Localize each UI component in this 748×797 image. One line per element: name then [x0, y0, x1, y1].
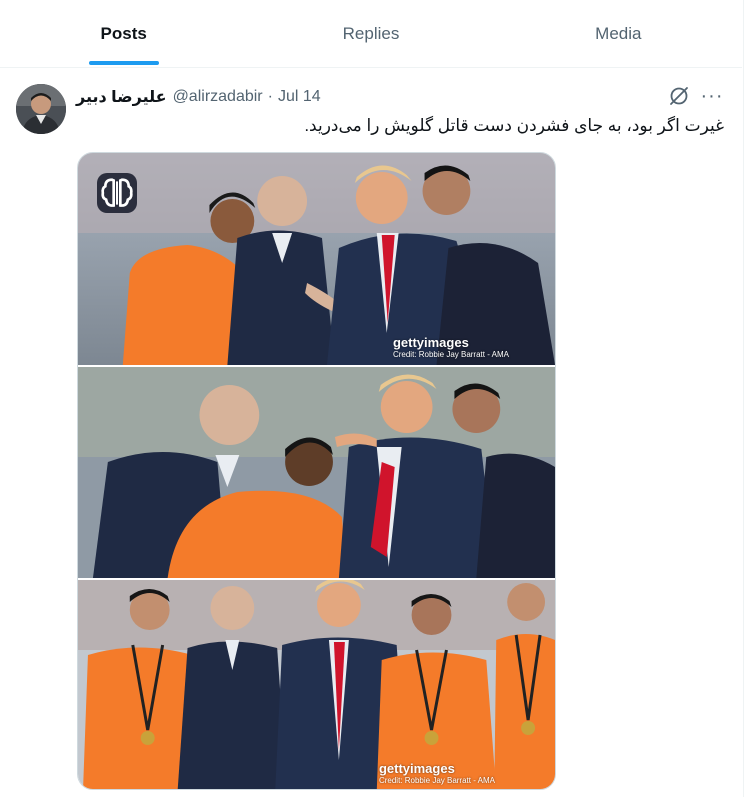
column-divider — [743, 0, 744, 797]
tab-media-label: Media — [595, 23, 642, 43]
tweet-text: غیرت اگر بود، به جای فشردن دست قاتل گلوی… — [304, 116, 724, 135]
grok-icon[interactable] — [668, 85, 690, 107]
more-icon[interactable]: ··· — [700, 85, 724, 107]
tab-media[interactable]: Media — [495, 0, 742, 67]
separator: · — [267, 88, 273, 105]
watermark-brand: gettyimages — [392, 335, 469, 350]
media-photo-medal[interactable] — [78, 367, 555, 578]
tab-posts-label: Posts — [100, 23, 147, 43]
watermark-credit: Credit: Robbie Jay Barratt - AMA — [378, 776, 495, 785]
media-photo-group[interactable]: gettyimages Credit: Robbie Jay Barratt -… — [78, 580, 555, 789]
tweet-header: علیرضا دبیر @alirzadabir · Jul 14 — [76, 86, 321, 108]
handle[interactable]: @alirzadabir — [173, 88, 263, 106]
avatar[interactable] — [16, 84, 66, 134]
active-tab-indicator — [88, 61, 159, 65]
tab-replies[interactable]: Replies — [247, 0, 494, 67]
watermark-credit: Credit: Robbie Jay Barratt - AMA — [392, 350, 509, 359]
tab-replies-label: Replies — [342, 23, 400, 43]
media-photo-handshake[interactable]: gettyimages Credit: Robbie Jay Barratt -… — [78, 153, 555, 365]
watermark-brand: gettyimages — [378, 761, 455, 776]
tweet-media[interactable]: gettyimages Credit: Robbie Jay Barratt -… — [77, 152, 556, 790]
tweet-date[interactable]: Jul 14 — [278, 88, 321, 106]
getty-watermark: gettyimages Credit: Robbie Jay Barratt -… — [393, 335, 509, 359]
profile-tabs: Posts Replies Media — [0, 0, 742, 68]
display-name[interactable]: علیرضا دبیر — [76, 87, 167, 107]
brain-icon[interactable] — [97, 173, 137, 213]
getty-watermark: gettyimages Credit: Robbie Jay Barratt -… — [379, 761, 495, 785]
tab-posts[interactable]: Posts — [0, 0, 247, 67]
